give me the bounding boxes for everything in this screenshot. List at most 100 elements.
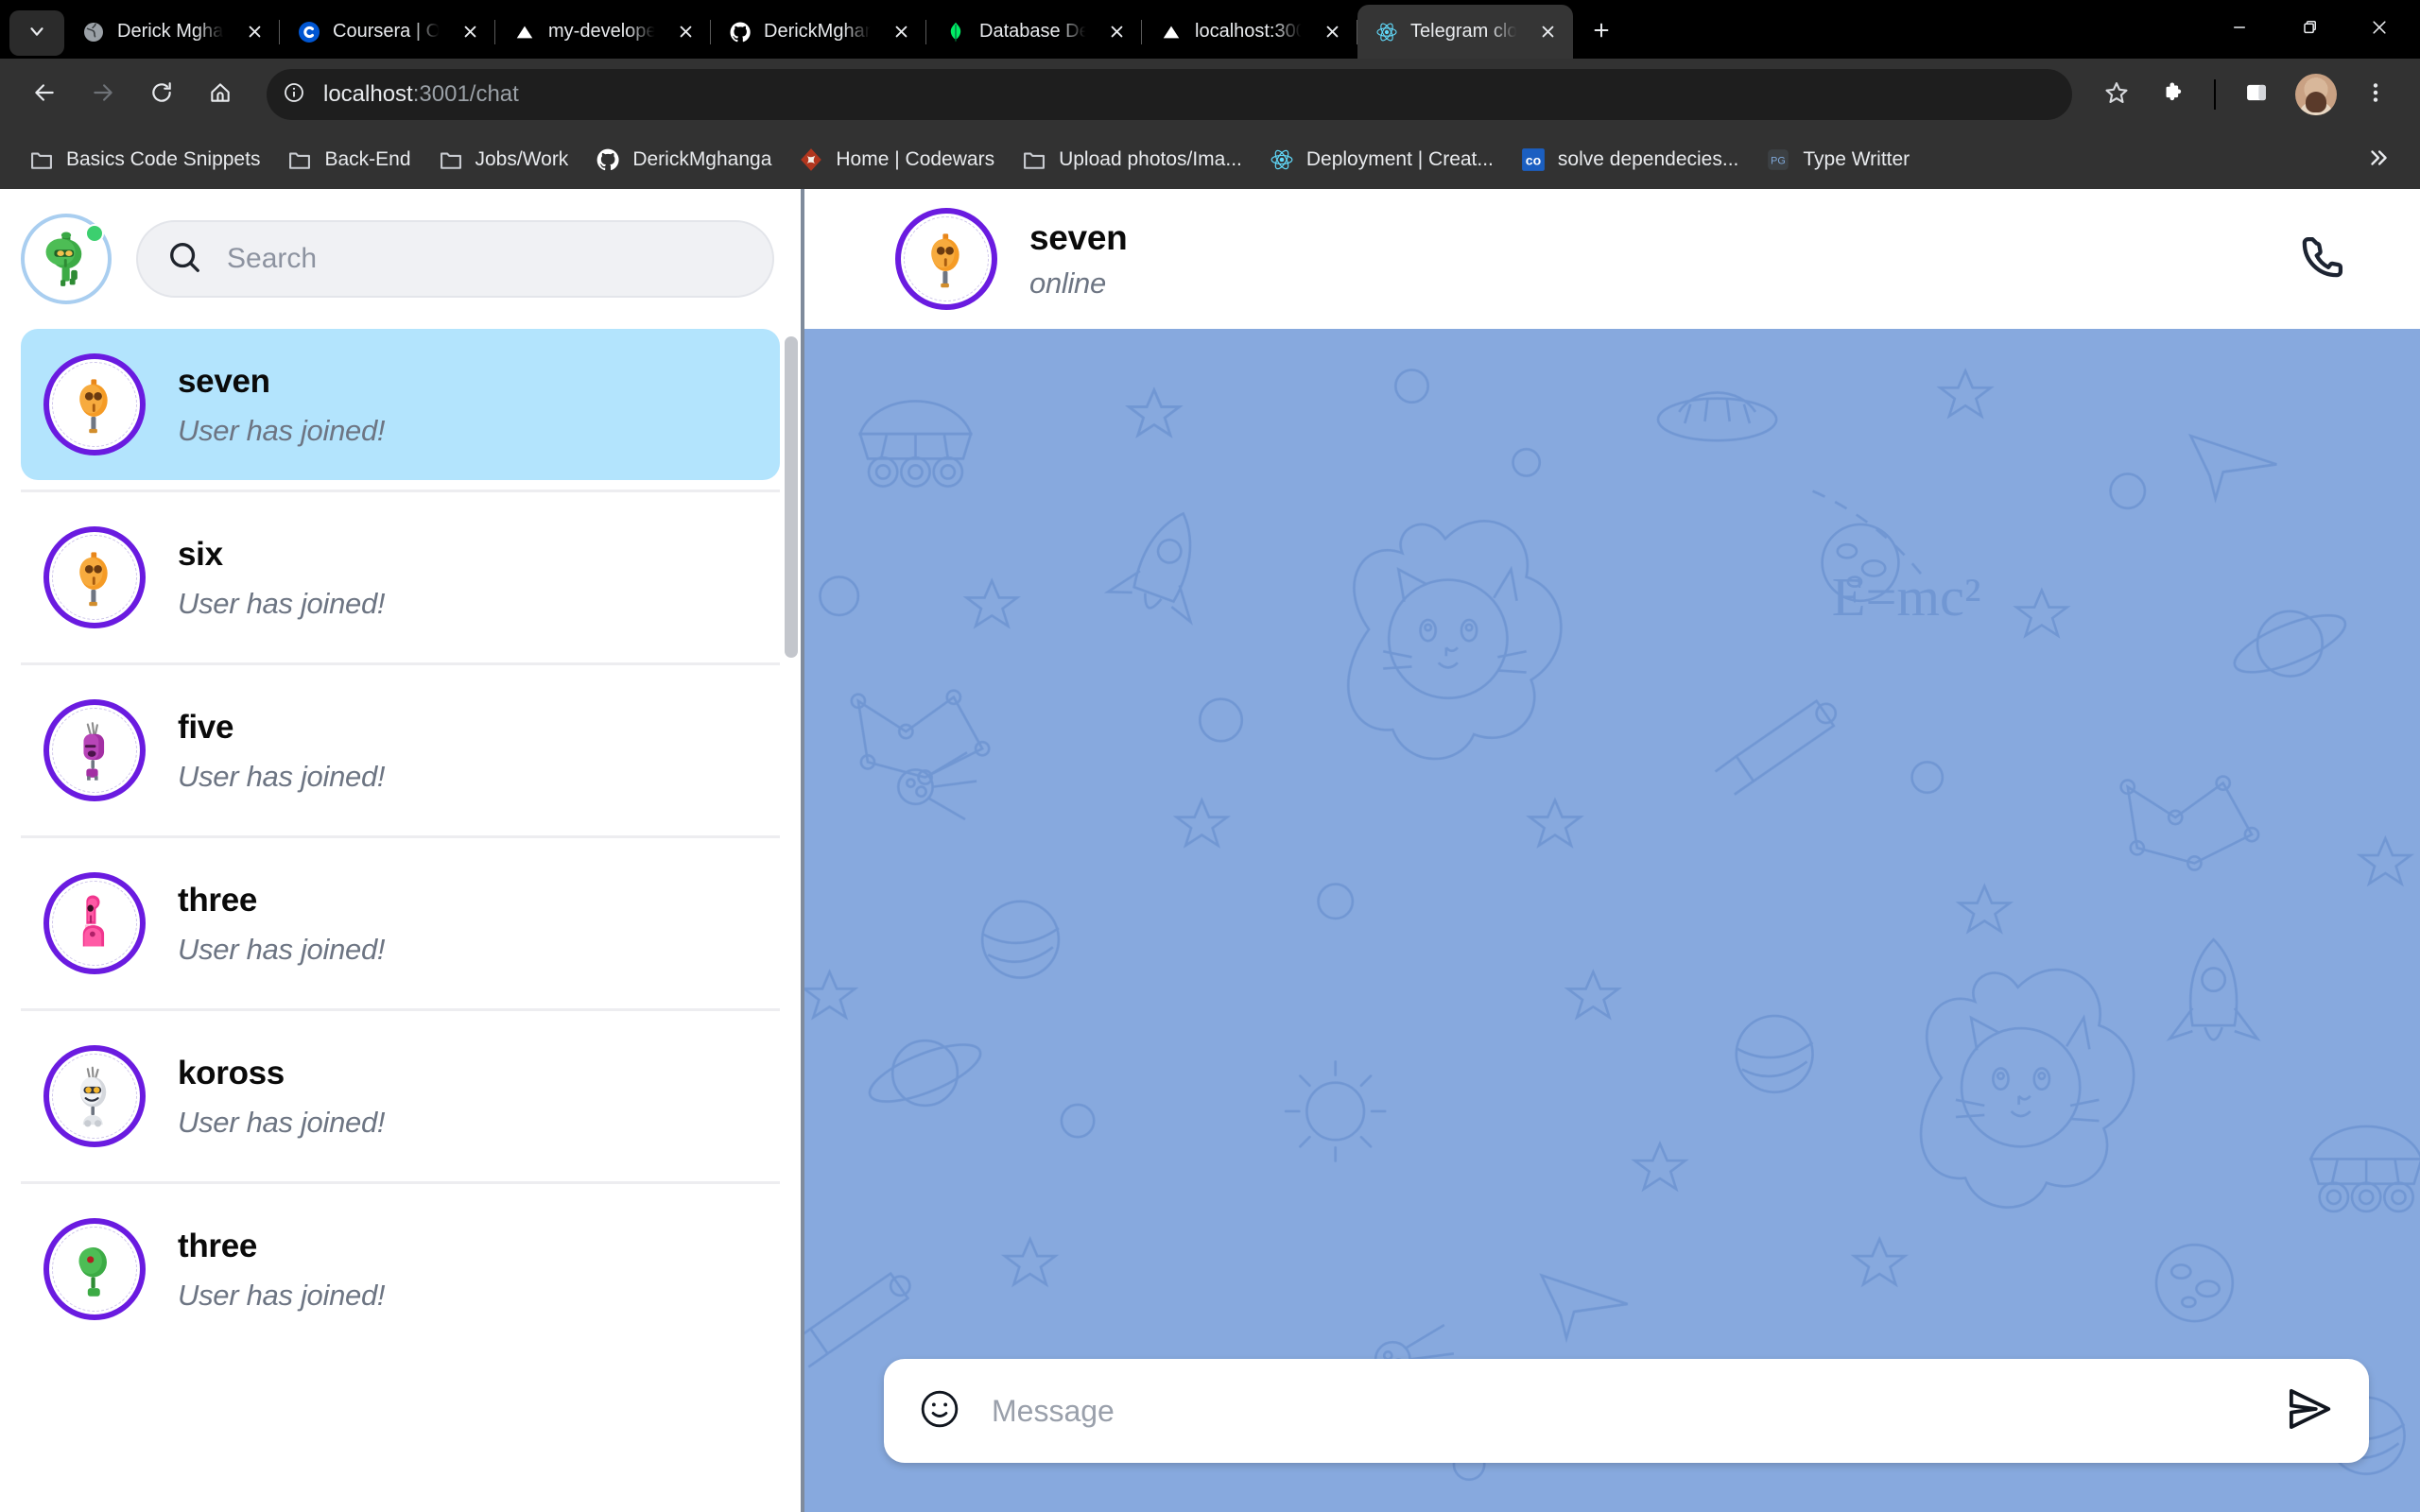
chat-preview: User has joined! bbox=[178, 587, 386, 621]
avatar bbox=[43, 872, 146, 974]
avatar bbox=[43, 1218, 146, 1320]
search-input-wrapper[interactable] bbox=[136, 220, 774, 298]
chat-panel: seven online E=mc² Message bbox=[804, 189, 2420, 1512]
browser-toolbar: localhost:3001/chat bbox=[0, 59, 2420, 130]
star-icon bbox=[2103, 79, 2130, 111]
composer-bar bbox=[804, 1342, 2420, 1512]
close-tab-button[interactable] bbox=[1316, 16, 1348, 48]
maximize-button[interactable] bbox=[2274, 0, 2344, 59]
bookmarks-overflow-button[interactable] bbox=[2354, 135, 2403, 184]
browser-tab[interactable]: Coursera | Online bbox=[280, 5, 495, 59]
back-button[interactable] bbox=[17, 67, 72, 122]
side-panel-button[interactable] bbox=[2229, 67, 2284, 122]
chat-name: five bbox=[178, 708, 234, 746]
close-tab-button[interactable] bbox=[669, 16, 701, 48]
home-button[interactable] bbox=[193, 67, 248, 122]
react-icon bbox=[1269, 146, 1295, 173]
bookmark-item[interactable]: Upload photos/Ima... bbox=[1010, 139, 1253, 180]
url-host: localhost bbox=[323, 81, 413, 107]
sidebar-scrollbar-track[interactable] bbox=[782, 329, 801, 1512]
sidebar-header bbox=[0, 189, 801, 329]
close-window-button[interactable] bbox=[2344, 0, 2414, 59]
tab-title: localhost:3002 bbox=[1195, 21, 1305, 42]
reload-button[interactable] bbox=[134, 67, 189, 122]
chat-list-item[interactable]: three User has joined! bbox=[21, 848, 780, 999]
chat-list-item[interactable]: six User has joined! bbox=[21, 502, 780, 653]
emoji-button[interactable] bbox=[916, 1387, 963, 1435]
side-panel-icon bbox=[2243, 79, 2270, 111]
close-tab-button[interactable] bbox=[454, 16, 486, 48]
close-tab-button[interactable] bbox=[238, 16, 270, 48]
bookmark-label: Type Writter bbox=[1803, 148, 1910, 170]
message-area: E=mc² bbox=[804, 329, 2420, 1512]
browser-tab-active[interactable]: Telegram clone bbox=[1357, 5, 1573, 59]
extensions-button[interactable] bbox=[2146, 67, 2201, 122]
bookmark-item[interactable]: Jobs/Work bbox=[426, 139, 580, 180]
browser-menu-button[interactable] bbox=[2348, 67, 2403, 122]
browser-tab[interactable]: Derick Mghanga bbox=[64, 5, 280, 59]
chat-title: seven bbox=[1029, 217, 1128, 257]
chat-list-item[interactable]: five User has joined! bbox=[21, 675, 780, 826]
bookmark-button[interactable] bbox=[2089, 67, 2144, 122]
bookmark-label: DerickMghanga bbox=[632, 148, 772, 170]
avatar bbox=[43, 1045, 146, 1147]
bookmark-label: Home | Codewars bbox=[836, 148, 995, 170]
toolbar-right-actions bbox=[2089, 67, 2403, 122]
chat-name: seven bbox=[178, 362, 270, 400]
maximize-icon bbox=[2300, 18, 2319, 42]
bookmark-item[interactable]: Back-End bbox=[275, 139, 422, 180]
message-composer[interactable] bbox=[884, 1359, 2369, 1463]
minimize-button[interactable] bbox=[2204, 0, 2274, 59]
sidebar-scrollbar-thumb[interactable] bbox=[785, 336, 798, 658]
chat-name: three bbox=[178, 1227, 258, 1264]
minimize-icon bbox=[2230, 18, 2249, 42]
chat-header: seven online bbox=[804, 189, 2420, 329]
tab-search-button[interactable] bbox=[9, 10, 64, 56]
chat-list-item[interactable]: three User has joined! bbox=[21, 1194, 780, 1345]
bookmark-item[interactable]: Home | Codewars bbox=[786, 139, 1006, 180]
current-user-avatar[interactable] bbox=[21, 214, 112, 304]
chat-list[interactable]: seven User has joined! six User has join… bbox=[0, 329, 801, 1512]
tab-title: DerickMghanga bbox=[764, 21, 873, 42]
close-tab-button[interactable] bbox=[1100, 16, 1132, 48]
bookmark-item[interactable]: co solve dependecies... bbox=[1509, 139, 1750, 180]
send-paper-plane-icon bbox=[2284, 1383, 2335, 1439]
send-button[interactable] bbox=[2278, 1380, 2341, 1442]
online-status-dot bbox=[85, 224, 104, 243]
call-button[interactable] bbox=[2284, 220, 2361, 298]
list-divider bbox=[21, 1181, 780, 1184]
browser-tab[interactable]: Database Deploy bbox=[926, 5, 1142, 59]
list-divider bbox=[21, 490, 780, 492]
chat-header-avatar[interactable] bbox=[895, 208, 997, 310]
forward-button[interactable] bbox=[76, 67, 130, 122]
bookmark-item[interactable]: PG Type Writter bbox=[1754, 139, 1921, 180]
vercel-icon bbox=[512, 20, 537, 44]
new-tab-button[interactable] bbox=[1579, 9, 1624, 55]
browser-tab[interactable]: DerickMghanga bbox=[711, 5, 926, 59]
avatar bbox=[43, 526, 146, 628]
chat-preview: User has joined! bbox=[178, 414, 386, 448]
list-divider bbox=[21, 662, 780, 665]
search-input[interactable] bbox=[227, 243, 744, 275]
list-divider bbox=[21, 1008, 780, 1011]
browser-tab[interactable]: localhost:3002 bbox=[1142, 5, 1357, 59]
bookmark-item[interactable]: Deployment | Creat... bbox=[1257, 139, 1505, 180]
browser-tab[interactable]: my-developer-port bbox=[495, 5, 711, 59]
close-tab-button[interactable] bbox=[1531, 16, 1564, 48]
message-input[interactable] bbox=[992, 1393, 2250, 1429]
tab-container: Derick Mghanga Coursera | Online bbox=[64, 5, 2204, 59]
tab-title: Telegram clone bbox=[1410, 21, 1520, 42]
bookmark-label: solve dependecies... bbox=[1557, 148, 1739, 170]
close-tab-button[interactable] bbox=[885, 16, 917, 48]
puzzle-piece-icon bbox=[2160, 79, 2187, 111]
chat-list-item[interactable]: koross User has joined! bbox=[21, 1021, 780, 1172]
bookmark-item[interactable]: DerickMghanga bbox=[583, 139, 783, 180]
github-icon bbox=[595, 146, 621, 173]
site-info-button[interactable] bbox=[274, 75, 314, 114]
bookmark-item[interactable]: Basics Code Snippets bbox=[17, 139, 271, 180]
folder-icon bbox=[286, 146, 313, 173]
profile-avatar[interactable] bbox=[2295, 74, 2337, 115]
avatar-inner-ring bbox=[52, 1227, 137, 1312]
address-bar[interactable]: localhost:3001/chat bbox=[267, 69, 2072, 120]
chat-list-item[interactable]: seven User has joined! bbox=[21, 329, 780, 480]
